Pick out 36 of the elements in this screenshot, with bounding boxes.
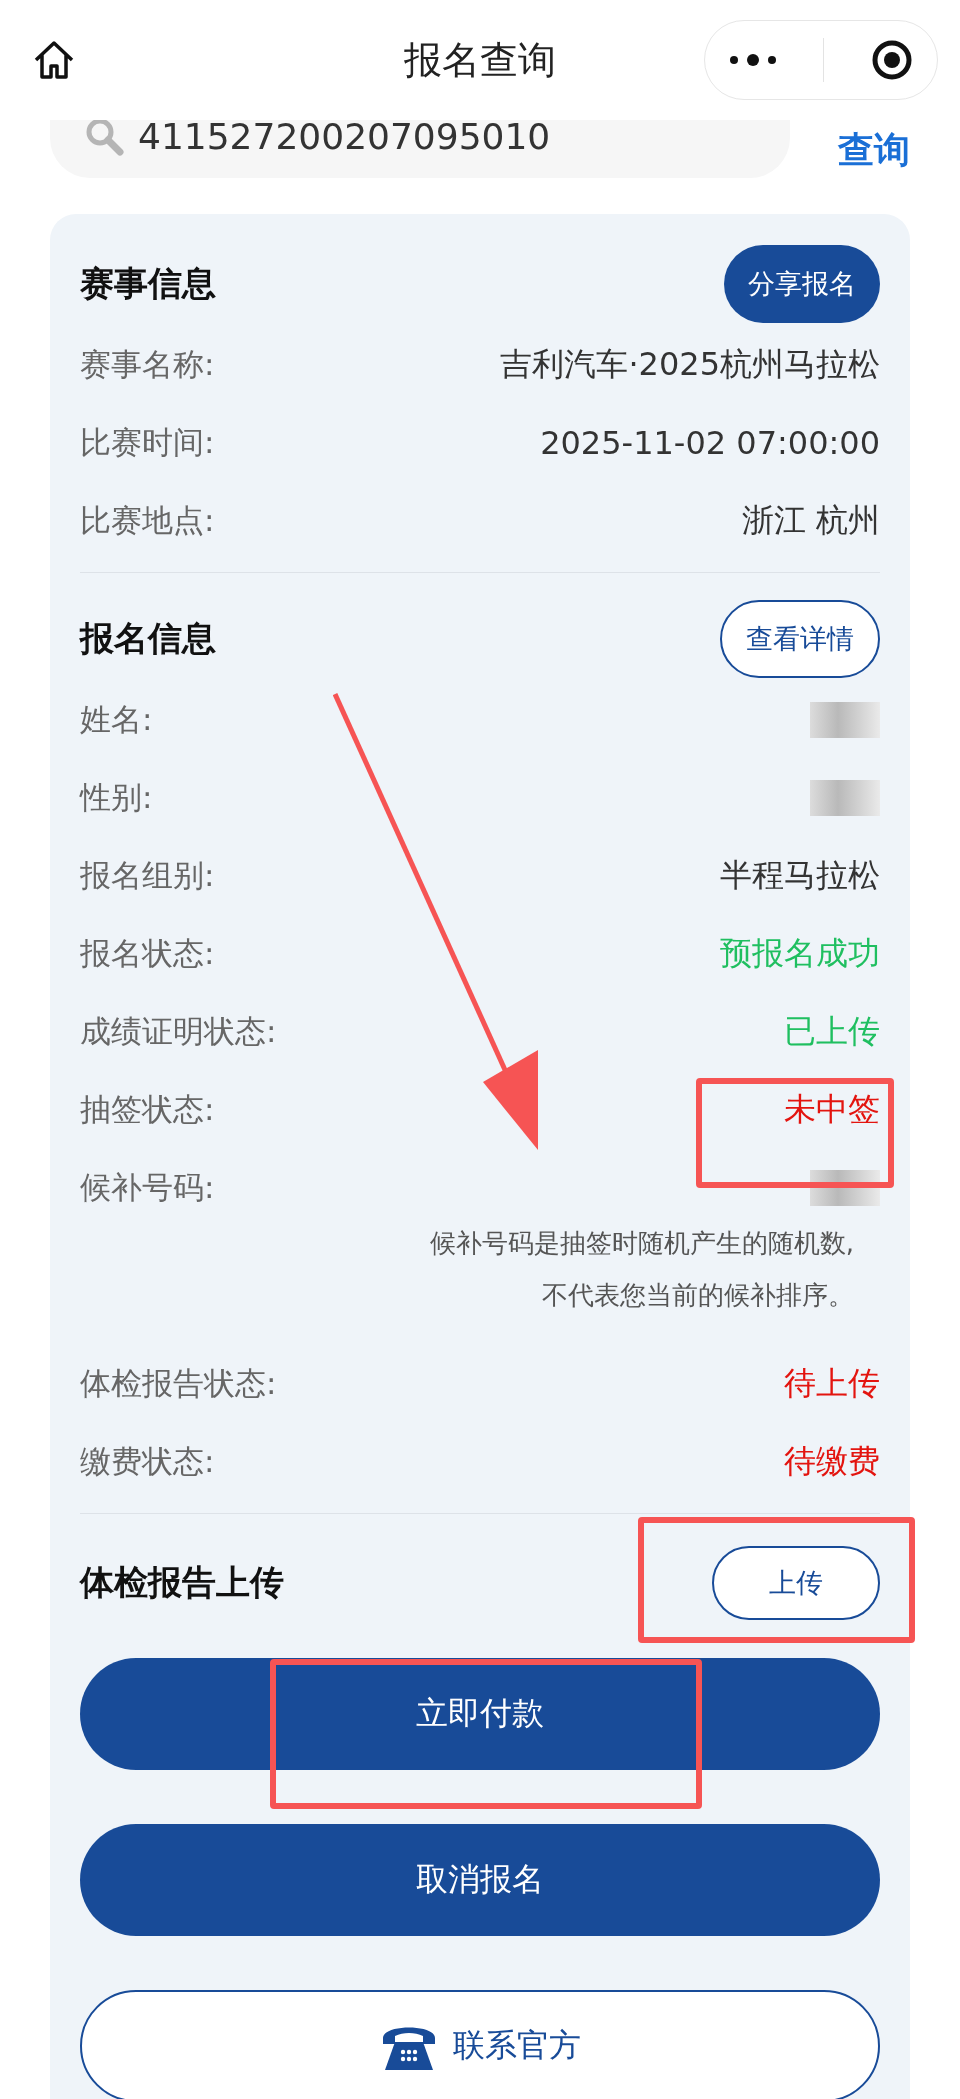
field-value: 未中签 bbox=[784, 1089, 880, 1130]
field-value: 浙江 杭州 bbox=[741, 500, 880, 541]
section-title: 报名信息 bbox=[80, 617, 216, 660]
redacted-value bbox=[810, 702, 880, 738]
field-value: 已上传 bbox=[784, 1011, 880, 1052]
more-icon[interactable] bbox=[727, 53, 778, 67]
field-label: 候补号码: bbox=[80, 1168, 215, 1207]
field-label: 成绩证明状态: bbox=[80, 1012, 277, 1051]
share-button[interactable]: 分享报名 bbox=[724, 245, 880, 323]
action-button[interactable]: 立即付款 bbox=[80, 1658, 880, 1770]
note-text: 候补号码是抽签时随机产生的随机数, bbox=[429, 1227, 854, 1260]
field-value: 半程马拉松 bbox=[720, 855, 880, 896]
field-label: 性别: bbox=[80, 778, 153, 817]
field-label: 赛事名称: bbox=[80, 345, 215, 384]
contact-button[interactable]: 联系官方 bbox=[80, 1990, 880, 2099]
field-label: 比赛地点: bbox=[80, 501, 215, 540]
field-value: 2025-11-02 07:00:00 bbox=[540, 424, 880, 462]
field-label: 比赛时间: bbox=[80, 423, 215, 462]
upload-button[interactable]: 上传 bbox=[712, 1546, 880, 1620]
note-text: 不代表您当前的候补排序。 bbox=[542, 1279, 854, 1312]
search-button[interactable]: 查询 bbox=[838, 124, 910, 176]
section-title: 赛事信息 bbox=[80, 262, 216, 305]
field-value: 待缴费 bbox=[784, 1441, 880, 1482]
action-button[interactable]: 取消报名 bbox=[80, 1824, 880, 1936]
field-label: 报名组别: bbox=[80, 856, 215, 895]
redacted-value bbox=[810, 780, 880, 816]
field-value: 预报名成功 bbox=[720, 933, 880, 974]
field-value: 吉利汽车·2025杭州马拉松 bbox=[500, 344, 880, 385]
field-label: 体检报告状态: bbox=[80, 1364, 277, 1403]
field-label: 缴费状态: bbox=[80, 1442, 215, 1481]
section-title: 体检报告上传 bbox=[80, 1561, 284, 1604]
field-label: 报名状态: bbox=[80, 934, 215, 973]
field-value: 待上传 bbox=[784, 1363, 880, 1404]
field-label: 姓名: bbox=[80, 700, 153, 739]
details-button[interactable]: 查看详情 bbox=[720, 600, 880, 678]
field-label: 抽签状态: bbox=[80, 1090, 215, 1129]
